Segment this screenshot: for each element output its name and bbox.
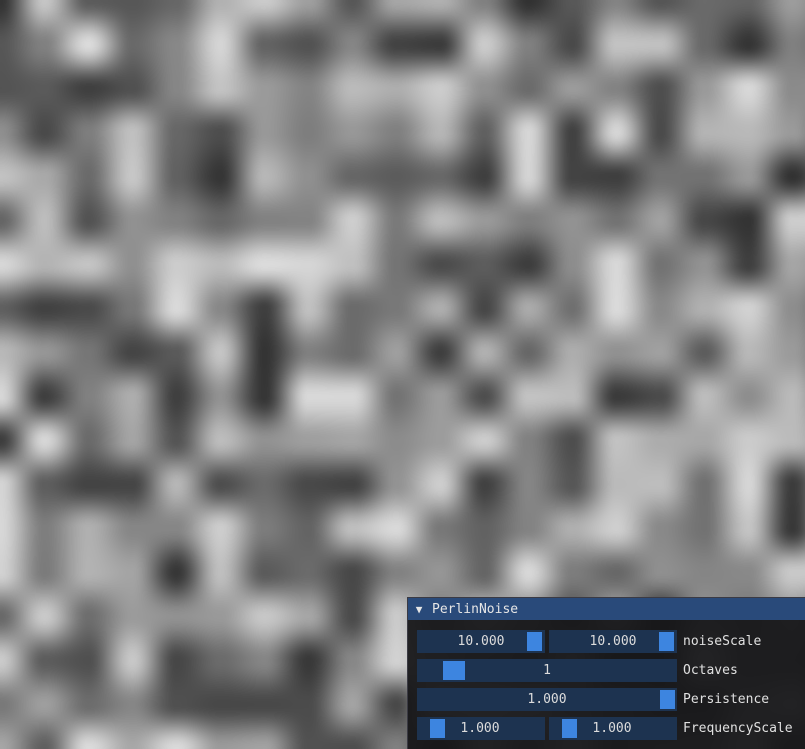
octaves-label: Octaves — [683, 663, 738, 678]
octaves-grab[interactable] — [443, 661, 465, 680]
octaves-slider[interactable]: 1 — [417, 659, 677, 682]
window-titlebar[interactable]: ▼ PerlinNoise — [408, 598, 805, 620]
persistence-value: 1.000 — [527, 692, 567, 707]
perlin-noise-window: ▼ PerlinNoise 10.000 10.000 noiseScale 1… — [407, 597, 805, 749]
noise-scale-y-slider[interactable]: 10.000 — [549, 630, 677, 653]
persistence-slider[interactable]: 1.000 — [417, 688, 677, 711]
persistence-label: Persistence — [683, 692, 770, 707]
frequency-scale-x-grab[interactable] — [430, 719, 445, 738]
noise-scale-x-grab[interactable] — [527, 632, 542, 651]
persistence-row: 1.000 Persistence — [417, 688, 769, 711]
noise-scale-x-value: 10.000 — [457, 634, 505, 649]
noise-scale-row: 10.000 10.000 noiseScale — [417, 630, 761, 653]
frequency-scale-y-slider[interactable]: 1.000 — [549, 717, 677, 740]
frequency-scale-y-grab[interactable] — [562, 719, 577, 738]
triangle-down-icon[interactable]: ▼ — [408, 603, 430, 616]
persistence-grab[interactable] — [660, 690, 675, 709]
octaves-row: 1 Octaves — [417, 659, 738, 682]
frequency-scale-label: FrequencyScale — [683, 721, 793, 736]
frequency-scale-x-value: 1.000 — [460, 721, 500, 736]
window-title: PerlinNoise — [432, 601, 519, 617]
frequency-scale-row: 1.000 1.000 FrequencyScale — [417, 717, 793, 740]
noise-scale-x-slider[interactable]: 10.000 — [417, 630, 545, 653]
frequency-scale-y-value: 1.000 — [592, 721, 632, 736]
noise-scale-y-value: 10.000 — [589, 634, 637, 649]
frequency-scale-x-slider[interactable]: 1.000 — [417, 717, 545, 740]
noise-scale-label: noiseScale — [683, 634, 762, 649]
noise-scale-y-grab[interactable] — [659, 632, 674, 651]
